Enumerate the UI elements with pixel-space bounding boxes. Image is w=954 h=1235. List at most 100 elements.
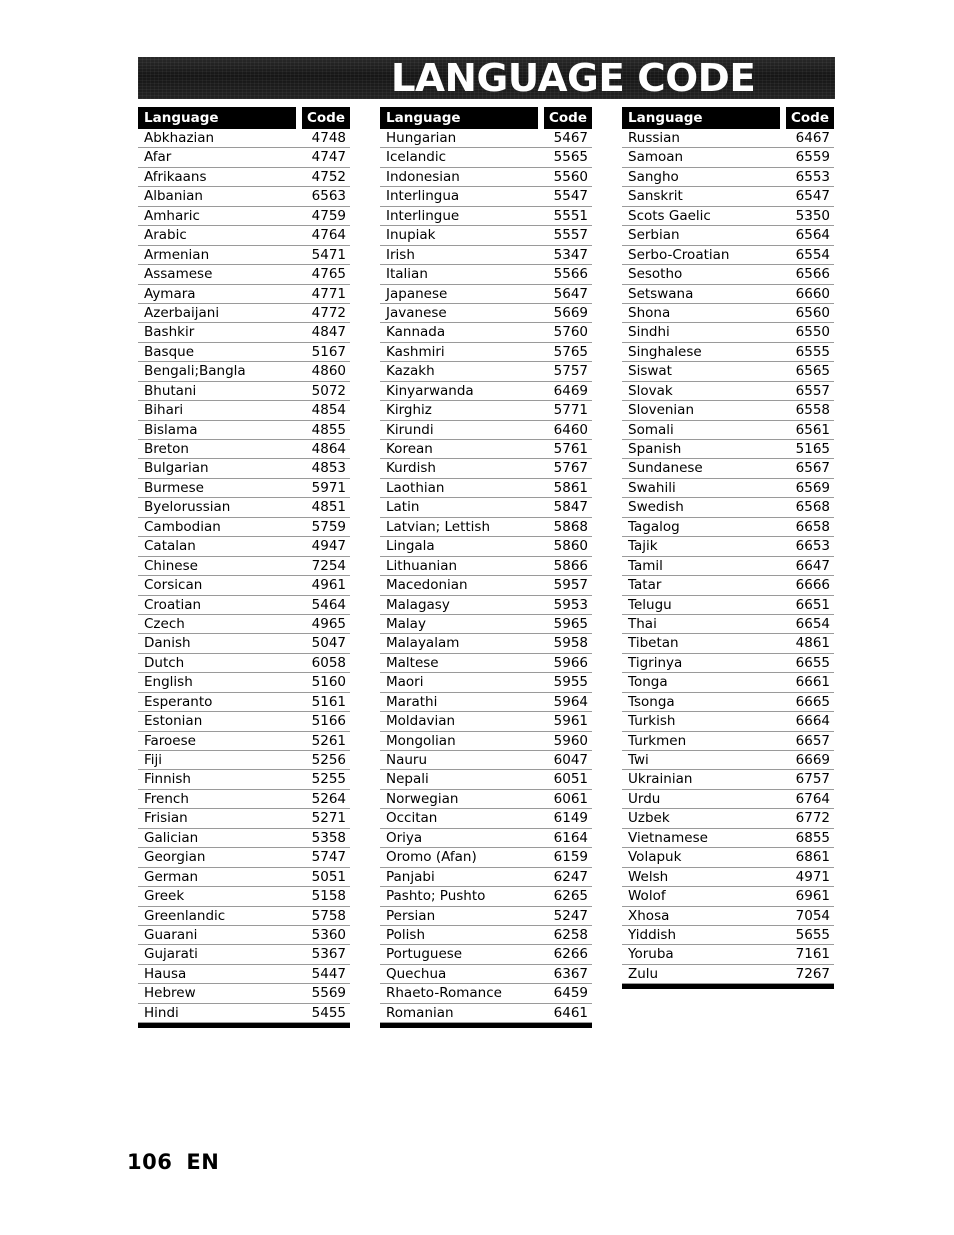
cell-language: Turkish	[628, 713, 676, 730]
cell-language: Bulgarian	[144, 460, 209, 477]
table-row: Kashmiri 5765	[380, 343, 592, 363]
cell-code: 6553	[795, 168, 830, 185]
cell-code: 4771	[311, 285, 346, 302]
cell-language: Esperanto	[144, 693, 213, 710]
cell-language: Croatian	[144, 596, 202, 613]
column-header-code: Code	[544, 107, 592, 129]
cell-code: 5464	[311, 596, 346, 613]
cell-language: Bhutani	[144, 382, 197, 399]
table-row: Shona 6560	[622, 304, 834, 324]
cell-language: Slovak	[628, 382, 673, 399]
cell-language: Greek	[144, 888, 185, 905]
cell-code: 6149	[553, 810, 588, 827]
cell-language: Hungarian	[386, 130, 457, 146]
cell-code: 4765	[311, 266, 346, 283]
cell-code: 6550	[795, 324, 830, 341]
cell-code: 5255	[311, 771, 346, 788]
cell-language: Hebrew	[144, 985, 196, 1002]
cell-code: 6554	[795, 246, 830, 263]
cell-code: 5047	[311, 635, 346, 652]
cell-language: Faroese	[144, 732, 196, 749]
table-row: Sanskrit 6547	[622, 187, 834, 207]
table-row: Arabic 4764	[138, 226, 350, 246]
cell-code: 5161	[311, 693, 346, 710]
language-code-column-2: Language Code Hungarian 5467 Icelandic 5565…	[380, 107, 592, 1029]
table-row: Dutch 6058	[138, 654, 350, 674]
table-row: Malagasy 5953	[380, 596, 592, 615]
table-row: Afar 4747	[138, 148, 350, 168]
table-row: Yiddish 5655	[622, 926, 834, 946]
cell-code: 6647	[795, 557, 830, 574]
cell-code: 5971	[311, 479, 346, 496]
cell-language: Nauru	[386, 752, 428, 768]
cell-code: 5358	[311, 829, 346, 846]
cell-code: 6669	[795, 752, 830, 768]
cell-code: 5966	[553, 654, 588, 671]
table-row: Irish 5347	[380, 246, 592, 266]
table-row: Italian 5566	[380, 265, 592, 285]
cell-language: Bihari	[144, 402, 184, 419]
table-row: Gujarati 5367	[138, 945, 350, 965]
table-row: Twi 6669	[622, 751, 834, 771]
cell-language: Catalan	[144, 538, 196, 555]
table-row: Bengali;Bangla 4860	[138, 362, 350, 382]
cell-code: 6460	[553, 421, 588, 438]
table-row: Tatar 6666	[622, 576, 834, 596]
column-header-code: Code	[302, 107, 350, 129]
cell-code: 5455	[311, 1004, 346, 1021]
cell-code: 4748	[311, 130, 346, 146]
table-row: Volapuk 6861	[622, 848, 834, 868]
cell-code: 5051	[311, 868, 346, 885]
table-body: Abkhazian 4748 Afar 4747 Afrikaans 4752 Albani…	[138, 129, 350, 1029]
table-row: Amharic 4759	[138, 207, 350, 227]
cell-language: Korean	[386, 441, 433, 457]
cell-code: 4747	[311, 149, 346, 166]
table-row: Laothian 5861	[380, 479, 592, 499]
table-row: Icelandic 5565	[380, 148, 592, 168]
cell-language: Scots Gaelic	[628, 207, 711, 224]
table-row: Greek 5158	[138, 887, 350, 907]
cell-code: 5167	[311, 343, 346, 360]
table-row: Serbo-Croatian 6554	[622, 246, 834, 266]
cell-language: Sindhi	[628, 324, 670, 341]
cell-language: Panjabi	[386, 868, 435, 885]
cell-code: 6558	[795, 402, 830, 419]
cell-language: Basque	[144, 343, 194, 360]
cell-language: Azerbaijani	[144, 304, 220, 321]
cell-language: Inupiak	[386, 227, 436, 244]
cell-code: 6658	[795, 518, 830, 535]
table-row: Basque 5167	[138, 343, 350, 363]
cell-language: Shona	[628, 304, 671, 321]
cell-language: Guarani	[144, 926, 198, 943]
cell-language: Icelandic	[386, 149, 447, 166]
cell-language: Hausa	[144, 965, 187, 982]
cell-code: 4759	[311, 207, 346, 224]
table-row: Sangho 6553	[622, 168, 834, 188]
cell-language: Corsican	[144, 577, 203, 594]
cell-language: Norwegian	[386, 790, 459, 807]
cell-code: 5868	[553, 518, 588, 535]
table-row: Afrikaans 4752	[138, 168, 350, 188]
cell-language: Latin	[386, 499, 420, 516]
table-row: Siswat 6565	[622, 362, 834, 382]
table-row: Danish 5047	[138, 634, 350, 654]
table-row: Bashkir 4847	[138, 323, 350, 343]
cell-language: German	[144, 868, 199, 885]
cell-code: 4855	[311, 421, 346, 438]
cell-code: 5261	[311, 732, 346, 749]
table-row: Burmese 5971	[138, 479, 350, 499]
cell-language: Latvian; Lettish	[386, 518, 491, 535]
cell-code: 6265	[553, 888, 588, 905]
cell-language: Tonga	[628, 674, 668, 691]
cell-code: 4851	[311, 499, 346, 516]
cell-code: 5958	[553, 635, 588, 652]
table-row: Inupiak 5557	[380, 226, 592, 246]
table-row: Nepali 6051	[380, 770, 592, 790]
cell-language: Afar	[144, 149, 172, 166]
cell-code: 4854	[311, 402, 346, 419]
cell-language: Aymara	[144, 285, 196, 302]
cell-language: Tamil	[628, 557, 663, 574]
cell-language: Albanian	[144, 188, 203, 205]
cell-code: 5957	[553, 577, 588, 594]
table-row: Faroese 5261	[138, 732, 350, 751]
